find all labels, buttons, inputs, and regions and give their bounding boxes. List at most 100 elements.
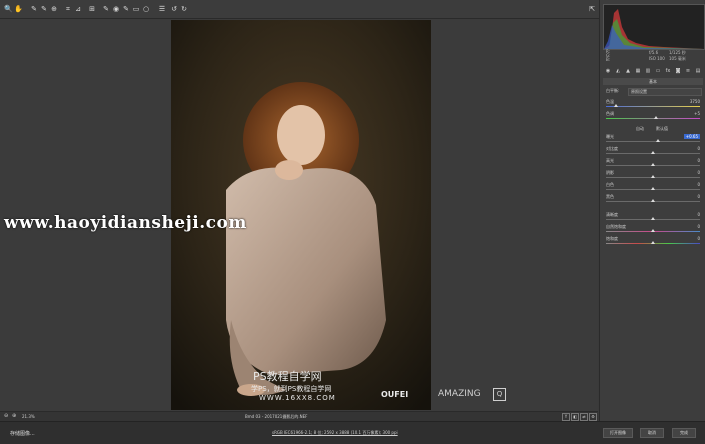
- cancel-button[interactable]: 取消: [640, 428, 664, 438]
- shadows-slider[interactable]: [651, 175, 655, 178]
- preferences-icon[interactable]: ☰: [158, 5, 166, 13]
- blacks-slider[interactable]: [651, 199, 655, 202]
- highlights-slider[interactable]: [651, 163, 655, 166]
- highlights-label: 高光: [606, 158, 614, 163]
- auto-link[interactable]: 自动: [636, 126, 644, 132]
- tab-camera[interactable]: ◙: [675, 68, 681, 74]
- contrast-label: 对比度: [606, 146, 618, 151]
- vibrance-value[interactable]: 0: [697, 224, 700, 229]
- tint-slider[interactable]: [654, 116, 658, 119]
- shadows-row: 阴影 0: [606, 170, 700, 182]
- color-sampler-icon[interactable]: ✎: [40, 5, 48, 13]
- saturation-value[interactable]: 0: [697, 236, 700, 241]
- exposure-slider[interactable]: [656, 139, 660, 142]
- tab-effects[interactable]: fx: [665, 68, 671, 74]
- transform-tool-icon[interactable]: ⊞: [88, 5, 96, 13]
- targeted-adjustment-icon[interactable]: ⊕: [50, 5, 58, 13]
- crop-tool-icon[interactable]: ⌗: [64, 5, 72, 13]
- tint-value[interactable]: +5: [694, 111, 700, 116]
- saturation-slider[interactable]: [651, 241, 655, 244]
- clarity-label: 清晰度: [606, 212, 618, 217]
- done-button[interactable]: 完成: [672, 428, 696, 438]
- clarity-row: 清晰度 0: [606, 212, 700, 224]
- hist-iso: ISO 100: [649, 56, 665, 61]
- tab-presets[interactable]: ≡: [685, 68, 691, 74]
- adjustment-brush-icon[interactable]: ✎: [122, 5, 130, 13]
- tab-hsl[interactable]: ▦: [635, 68, 641, 74]
- contrast-slider[interactable]: [651, 151, 655, 154]
- rotate-right-icon[interactable]: ↻: [180, 5, 188, 13]
- tab-basic[interactable]: ◉: [605, 68, 611, 74]
- whites-slider[interactable]: [651, 187, 655, 190]
- vibrance-row: 自然饱和度 0: [606, 224, 700, 236]
- zoom-level[interactable]: 21.3%: [22, 414, 35, 419]
- straighten-tool-icon[interactable]: ⊿: [74, 5, 82, 13]
- tint-row: 色调 +5: [606, 111, 700, 123]
- clarity-value[interactable]: 0: [697, 212, 700, 217]
- temp-row: 色温 3750: [606, 99, 700, 111]
- tab-detail[interactable]: ▲: [625, 68, 631, 74]
- contrast-value[interactable]: 0: [697, 146, 700, 151]
- temp-slider[interactable]: [614, 104, 618, 107]
- view-toggle-icon[interactable]: Y: [562, 413, 570, 421]
- exposure-label: 曝光: [606, 134, 614, 139]
- tab-split-toning[interactable]: ▥: [645, 68, 651, 74]
- contrast-row: 对比度 0: [606, 146, 700, 158]
- amazing-logo: AMAZING: [438, 389, 481, 399]
- wb-select[interactable]: 原照设置: [628, 88, 702, 96]
- red-eye-icon[interactable]: ◉: [112, 5, 120, 13]
- shadows-value[interactable]: 0: [697, 170, 700, 175]
- exposure-row: 曝光 +0.65: [606, 134, 700, 146]
- zoom-in-icon[interactable]: ⊕: [12, 413, 16, 419]
- panel-tabs: ◉ ◭ ▲ ▦ ▥ ▭ fx ◙ ≡ ▤: [603, 67, 703, 76]
- shadows-label: 阴影: [606, 170, 614, 175]
- temp-value[interactable]: 3750: [690, 99, 700, 104]
- white-balance-tool-icon[interactable]: ✎: [30, 5, 38, 13]
- radial-filter-icon[interactable]: ○: [142, 5, 150, 13]
- site-watermark: www.haoyidiansheji.com: [4, 213, 247, 233]
- ps-url-watermark: WWW.16XX8.COM: [259, 394, 336, 402]
- whites-value[interactable]: 0: [697, 182, 700, 187]
- graduated-filter-icon[interactable]: ▭: [132, 5, 140, 13]
- histogram: [603, 4, 705, 50]
- wb-label: 白平衡:: [606, 88, 620, 93]
- highlights-value[interactable]: 0: [697, 158, 700, 163]
- hist-aperture: f/5.6: [649, 50, 659, 55]
- whites-row: 白色 0: [606, 182, 700, 194]
- hand-tool-icon[interactable]: ✋: [14, 5, 23, 13]
- swap-settings-icon[interactable]: ⇄: [580, 413, 588, 421]
- temp-track[interactable]: [606, 106, 700, 107]
- blacks-label: 黑色: [606, 194, 614, 199]
- save-image-button[interactable]: 存储图像...: [10, 430, 35, 437]
- hist-b: B:: [606, 57, 611, 62]
- open-image-button[interactable]: 打开图像: [603, 428, 633, 438]
- adjustment-panel: R: G: B: f/5.6 1/125 秒 ISO 100 105 毫米 ◉ …: [599, 0, 705, 421]
- tint-label: 色调: [606, 111, 614, 116]
- clarity-slider[interactable]: [651, 217, 655, 220]
- filename-label: Bmd 03 - 2017021摄影后的.NEF: [245, 414, 308, 419]
- default-link[interactable]: 默认值: [656, 126, 668, 132]
- exposure-track[interactable]: [606, 141, 700, 142]
- tint-track[interactable]: [606, 118, 700, 119]
- whites-label: 白色: [606, 182, 614, 187]
- zoom-out-icon[interactable]: ⊖: [4, 413, 8, 419]
- vibrance-slider[interactable]: [651, 229, 655, 232]
- blacks-value[interactable]: 0: [697, 194, 700, 199]
- zoom-tool-icon[interactable]: 🔍: [4, 5, 13, 13]
- rotate-left-icon[interactable]: ↺: [170, 5, 178, 13]
- camera-raw-window: 🔍 ✋ ✎ ✎ ⊕ ⌗ ⊿ ⊞ ✎ ◉ ✎ ▭ ○ ☰ ↺ ↻ ⇱ PS教程自学…: [0, 0, 705, 444]
- workflow-options-link[interactable]: sRGB IEC61966-2.1; 8 位; 2592 x 3888 (10.…: [272, 430, 398, 436]
- exposure-value[interactable]: +0.65: [683, 134, 700, 139]
- tab-lens[interactable]: ▭: [655, 68, 661, 74]
- saturation-label: 饱和度: [606, 236, 618, 241]
- tab-snapshots[interactable]: ▤: [695, 68, 701, 74]
- preferences-toggle-icon[interactable]: ⚙: [589, 413, 597, 421]
- highlights-row: 高光 0: [606, 158, 700, 170]
- tab-tone-curve[interactable]: ◭: [615, 68, 621, 74]
- saturation-row: 饱和度 0: [606, 236, 700, 248]
- vibrance-label: 自然饱和度: [606, 224, 626, 229]
- histogram-info: R: G: B: f/5.6 1/125 秒 ISO 100 105 毫米: [603, 49, 703, 63]
- spot-removal-icon[interactable]: ✎: [102, 5, 110, 13]
- fullscreen-icon[interactable]: ⇱: [588, 5, 596, 13]
- before-after-icon[interactable]: ◧: [571, 413, 579, 421]
